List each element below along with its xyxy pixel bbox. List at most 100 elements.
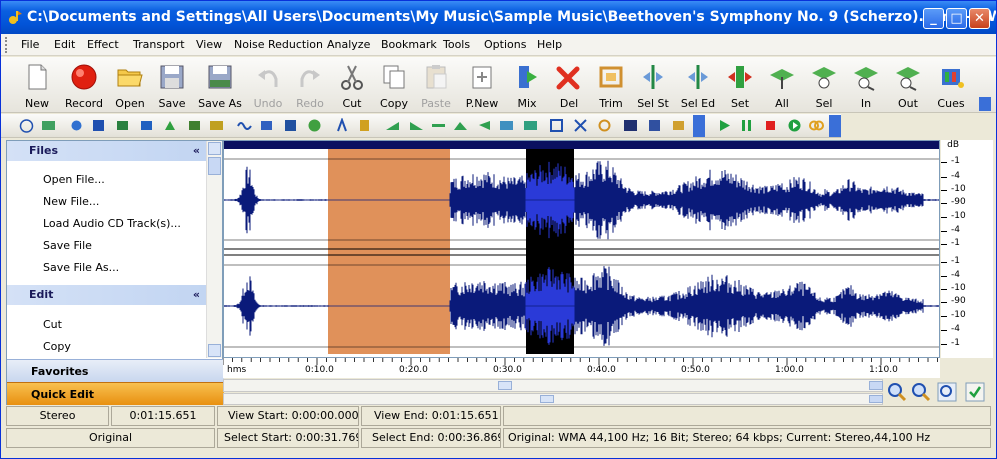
compress-icon[interactable] (91, 118, 106, 133)
menu-view[interactable]: View (196, 38, 222, 51)
fade-out-icon[interactable] (409, 118, 424, 133)
close-button[interactable]: ✕ (969, 8, 990, 29)
cut-button[interactable]: Cut (334, 59, 370, 111)
play-icon[interactable] (717, 118, 732, 133)
pitch-icon[interactable] (335, 118, 350, 133)
zoom-out-icon[interactable] (911, 382, 931, 402)
collapse-icon[interactable]: « (193, 285, 200, 305)
transport-toolbar-chevron[interactable] (829, 115, 841, 137)
paste-new-button[interactable]: P.New (463, 59, 501, 111)
repeat-icon[interactable] (809, 118, 824, 133)
timer-icon[interactable] (19, 118, 34, 133)
cd-burn-icon[interactable] (647, 118, 662, 133)
echo-icon[interactable] (139, 118, 154, 133)
scroll-thumb[interactable] (498, 381, 512, 390)
menu-options[interactable]: Options (484, 38, 526, 51)
open-button[interactable]: Open (112, 59, 148, 111)
stretch-icon[interactable] (453, 118, 468, 133)
minimize-button[interactable]: _ (923, 8, 944, 29)
select-button[interactable]: Sel (807, 59, 841, 111)
zoom-full-icon[interactable] (937, 382, 957, 402)
check-icon[interactable] (965, 382, 985, 402)
menu-tools[interactable]: Tools (443, 38, 470, 51)
menu-noise-reduction[interactable]: Noise Reduction (234, 38, 323, 51)
select-end-button[interactable]: Sel Ed (679, 59, 717, 111)
set-button[interactable]: Set (723, 59, 757, 111)
collapse-icon[interactable]: « (193, 141, 200, 161)
load-cd-link[interactable]: Load Audio CD Track(s)... (43, 217, 181, 230)
mix-button[interactable]: Mix (509, 59, 545, 111)
crop-icon[interactable] (549, 118, 564, 133)
menu-file[interactable]: File (21, 38, 39, 51)
scroll-up-icon[interactable] (208, 142, 221, 155)
cut-link[interactable]: Cut (43, 318, 62, 331)
scroll-down-icon[interactable] (208, 344, 221, 357)
time-ruler[interactable]: hms 0:10.0 0:20.0 0:30.0 0:40.0 0:50.0 1… (223, 358, 940, 378)
reverb-icon[interactable] (357, 118, 372, 133)
new-button[interactable]: New (19, 59, 55, 111)
amplify-icon[interactable] (69, 118, 84, 133)
save-as-button[interactable]: Save As (197, 59, 243, 111)
save-button[interactable]: Save (154, 59, 190, 111)
scroll-right-icon[interactable] (869, 395, 883, 403)
reverse-icon[interactable] (477, 118, 492, 133)
silence-icon[interactable] (431, 118, 446, 133)
edit-section-header[interactable]: Edit « (7, 285, 206, 305)
batch-icon[interactable] (671, 118, 686, 133)
menu-transport[interactable]: Transport (133, 38, 185, 51)
menu-edit[interactable]: Edit (54, 38, 75, 51)
delay-icon[interactable] (115, 118, 130, 133)
favorites-bar[interactable]: Favorites (7, 359, 224, 382)
scroll-right-icon[interactable] (869, 381, 883, 390)
maximize-button[interactable]: □ (946, 8, 967, 29)
delete-button[interactable]: Del (551, 59, 587, 111)
loop-icon[interactable] (597, 118, 612, 133)
menu-effect[interactable]: Effect (87, 38, 119, 51)
x-cut-icon[interactable] (573, 118, 588, 133)
save-file-link[interactable]: Save File (43, 239, 92, 252)
files-section-header[interactable]: Files « (7, 141, 206, 161)
trim-button[interactable]: Trim (593, 59, 629, 111)
undo-button[interactable]: Undo (250, 59, 286, 111)
invert-icon[interactable] (259, 118, 274, 133)
envelope-icon[interactable] (187, 118, 202, 133)
zoom-out-button[interactable]: Out (891, 59, 925, 111)
horizontal-scrollbar[interactable] (223, 379, 883, 392)
noise-icon[interactable] (283, 118, 298, 133)
zoom-in-button[interactable]: In (849, 59, 883, 111)
wahwah-icon[interactable] (523, 118, 538, 133)
normalize-icon[interactable] (307, 118, 322, 133)
spectrum-icon[interactable] (623, 118, 638, 133)
vertical-zoom-scrollbar[interactable] (223, 393, 883, 405)
convert-icon[interactable] (41, 118, 56, 133)
toolbar-overflow-chevron[interactable] (979, 97, 991, 111)
paste-button[interactable]: Paste (418, 59, 454, 111)
filter-icon[interactable] (209, 118, 224, 133)
zoom-in-icon[interactable] (887, 382, 907, 402)
vibrato-icon[interactable] (499, 118, 514, 133)
waveform-view[interactable] (223, 140, 940, 358)
menu-help[interactable]: Help (537, 38, 562, 51)
play-loop-icon[interactable] (787, 118, 802, 133)
save-file-as-link[interactable]: Save File As... (43, 261, 119, 274)
record-button[interactable]: Record (63, 59, 105, 111)
select-all-button[interactable]: All (765, 59, 799, 111)
eq-icon[interactable] (163, 118, 178, 133)
title-bar[interactable]: C:\Documents and Settings\All Users\Docu… (1, 1, 996, 34)
scroll-thumb[interactable] (208, 157, 221, 175)
effects-toolbar-chevron[interactable] (693, 115, 705, 137)
open-file-link[interactable]: Open File... (43, 173, 105, 186)
waveform-canvas[interactable] (224, 141, 940, 358)
copy-link[interactable]: Copy (43, 340, 71, 353)
pause-icon[interactable] (739, 118, 754, 133)
task-pane-scrollbar[interactable] (206, 141, 222, 358)
new-file-link[interactable]: New File... (43, 195, 99, 208)
stop-icon[interactable] (763, 118, 778, 133)
menu-analyze[interactable]: Analyze (327, 38, 370, 51)
scroll-thumb[interactable] (540, 395, 554, 403)
flanger-icon[interactable] (237, 118, 252, 133)
quick-edit-bar[interactable]: Quick Edit (7, 382, 224, 405)
redo-button[interactable]: Redo (292, 59, 328, 111)
menu-bookmark[interactable]: Bookmark (381, 38, 437, 51)
overview-bar[interactable] (224, 141, 940, 149)
